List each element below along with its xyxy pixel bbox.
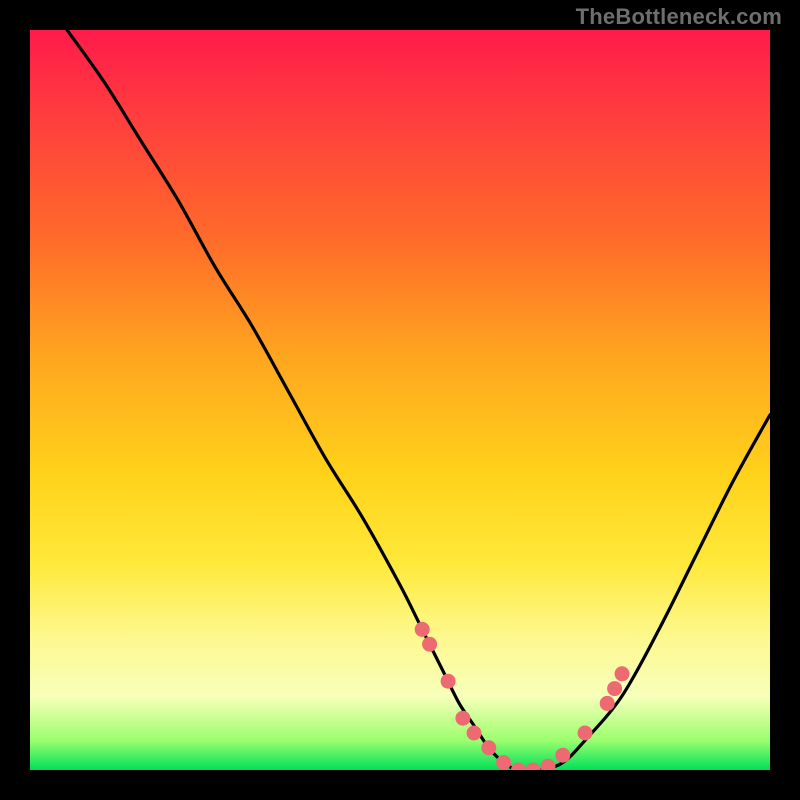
data-marker <box>496 755 511 770</box>
data-marker <box>415 622 430 637</box>
plot-area <box>30 30 770 770</box>
bottleneck-curve <box>67 30 770 770</box>
data-marker <box>607 681 622 696</box>
curve-layer <box>30 30 770 770</box>
data-marker <box>441 674 456 689</box>
data-marker <box>555 748 570 763</box>
data-marker <box>615 666 630 681</box>
data-marker <box>541 759 556 770</box>
data-marker <box>455 711 470 726</box>
data-marker <box>578 726 593 741</box>
data-marker <box>481 740 496 755</box>
data-markers <box>415 622 630 770</box>
data-marker <box>526 763 541 771</box>
watermark-text: TheBottleneck.com <box>576 4 782 30</box>
data-marker <box>467 726 482 741</box>
data-marker <box>600 696 615 711</box>
chart-container: TheBottleneck.com <box>0 0 800 800</box>
data-marker <box>511 763 526 771</box>
data-marker <box>422 637 437 652</box>
